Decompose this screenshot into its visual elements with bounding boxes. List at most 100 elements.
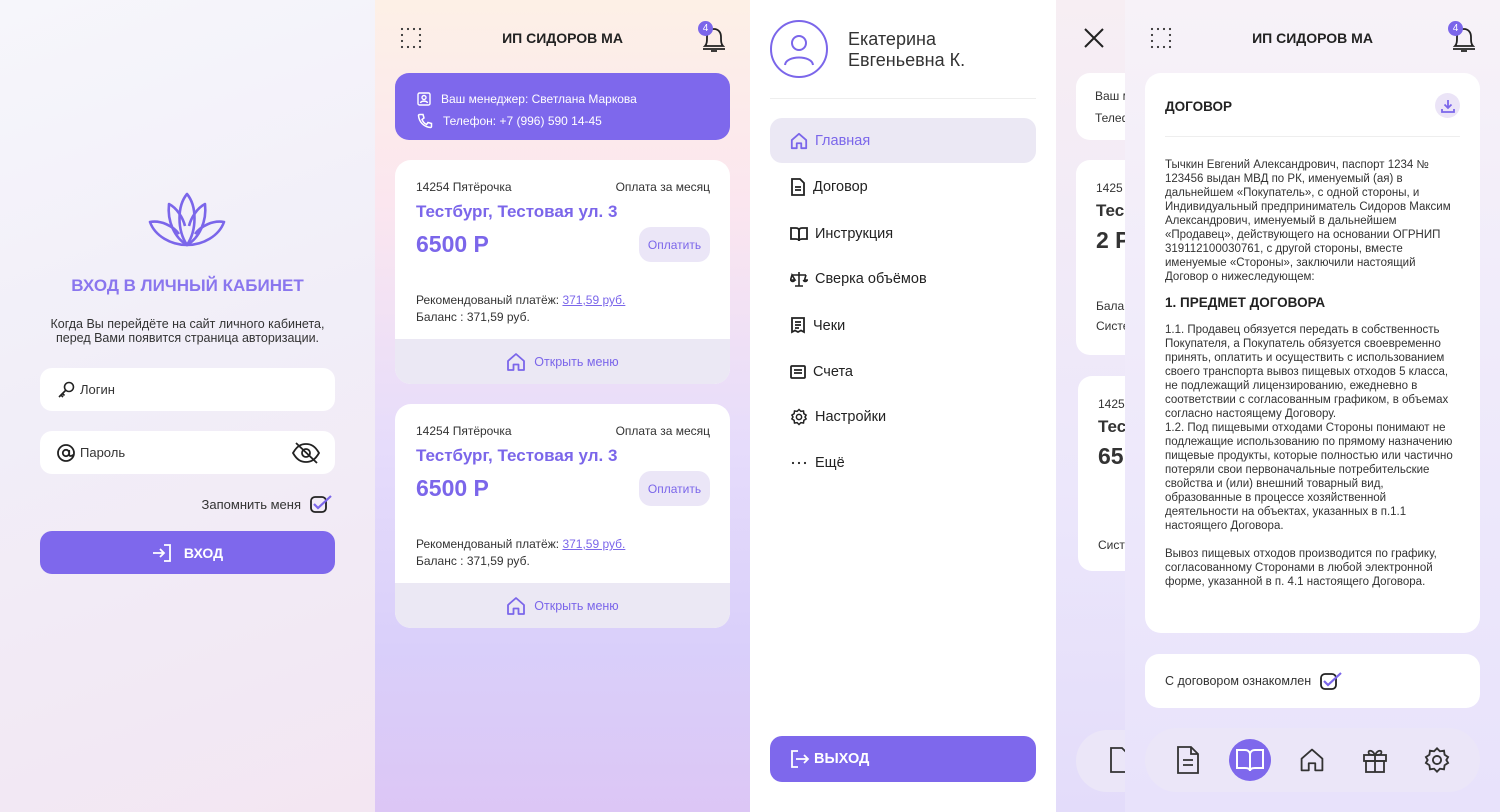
agree-label: С договором ознакомлен [1165, 674, 1312, 688]
login-button-label: ВХОД [183, 544, 224, 561]
checkbox-checked-icon[interactable] [1311, 671, 1343, 691]
login-button[interactable]: ВХОД [40, 531, 335, 574]
pay-button[interactable]: Оплатить [639, 227, 710, 262]
key-icon [56, 380, 76, 400]
tab-settings[interactable] [1416, 739, 1458, 781]
login-title: ВХОД В ЛИЧНЫЙ КАБИНЕТ [71, 276, 304, 295]
manager-card: Ваш менеджер: Светлана Маркова Телефон: … [395, 73, 730, 140]
contract-paragraph: 1.1. Продавец обязуется передать в собст… [1165, 324, 1449, 420]
user-name: Екатерина Евгеньевна К. [848, 29, 965, 71]
peek-text: Бала [1096, 299, 1125, 313]
login-screen: ВХОД В ЛИЧНЫЙ КАБИНЕТ Когда Вы перейдёте… [0, 0, 375, 812]
contract-card: 14254 Пятёрочка Оплата за месяц Тестбург… [395, 404, 730, 628]
receipt-icon [790, 316, 813, 335]
peek-text: 1425 [1096, 181, 1123, 195]
pay-button[interactable]: Оплатить [639, 471, 710, 506]
contract-body: Тычкин Евгений Александрович, паспорт 12… [1165, 158, 1460, 589]
open-menu-button[interactable]: Открыть меню [395, 583, 730, 628]
manager-phone[interactable]: Телефон: +7 (996) 590 14-45 [443, 114, 602, 128]
remember-label: Запомнить меня [201, 496, 301, 512]
tab-instruction[interactable] [1229, 739, 1272, 781]
open-menu-label: Открыть меню [534, 598, 619, 613]
remember-me[interactable]: Запомнить меня [202, 494, 333, 514]
book-icon [1236, 748, 1265, 772]
contract-card: 14254 Пятёрочка Оплата за месяц Тестбург… [395, 160, 730, 384]
document-icon [1109, 747, 1125, 773]
book-icon [790, 226, 815, 242]
document-icon [790, 177, 813, 196]
contract-section-title: 1. ПРЕДМЕТ ДОГОВОРА [1165, 295, 1326, 310]
card-amount: 6500 Р [416, 231, 489, 257]
recommended-value-link[interactable]: 371,59 руб. [562, 293, 625, 307]
card-address: Тестбург, Тестовая ул. 3 [416, 202, 618, 221]
divider [1165, 136, 1460, 137]
app-header: ИП СИДОРОВ МА 4 [375, 18, 750, 58]
phone-icon [417, 113, 443, 129]
invoice-icon [790, 364, 813, 380]
menu-item-contract[interactable]: Договор [770, 164, 1036, 209]
tab-contract[interactable] [1167, 739, 1209, 781]
login-hint: Когда Вы перейдёте на сайт личного кабин… [50, 317, 325, 345]
tab-bonuses[interactable] [1354, 739, 1396, 781]
menu-item-label: Счета [813, 363, 853, 380]
download-icon[interactable] [1435, 93, 1460, 118]
home-icon [506, 596, 534, 616]
gear-icon [1423, 746, 1451, 774]
home-screen: ИП СИДОРОВ МА 4 Ваш менеджер: Светлана М… [375, 0, 750, 812]
recommended-payment: Рекомендованый платёж: 371,59 руб. [416, 537, 625, 551]
sign-out-icon [790, 750, 814, 768]
card-balance: Баланс : 371,59 руб. [416, 310, 530, 324]
menu-item-label: Ещё [815, 454, 845, 471]
contract-paragraph: Вывоз пищевых отходов производится по гр… [1165, 548, 1437, 588]
menu-item-label: Главная [815, 132, 871, 149]
checkbox-checked-icon[interactable] [309, 494, 333, 514]
recommended-label: Рекомендованый платёж: [416, 537, 560, 551]
contract-intro: Тычкин Евгений Александрович, паспорт 12… [1165, 159, 1451, 283]
document-icon [1176, 746, 1200, 774]
peek-card: 1425 Тес 65 Сист [1078, 376, 1125, 571]
card-balance: Баланс : 371,59 руб. [416, 554, 530, 568]
eye-off-icon[interactable] [291, 441, 321, 465]
recommended-value-link[interactable]: 371,59 руб. [562, 537, 625, 551]
peek-manager-card: Ваш м Телеф [1076, 73, 1125, 140]
company-title: ИП СИДОРОВ МА [502, 30, 623, 46]
company-title: ИП СИДОРОВ МА [1252, 30, 1373, 46]
user-last-name: Евгеньевна К. [848, 50, 966, 70]
sign-in-icon [152, 543, 172, 562]
logout-label: ВЫХОД [814, 751, 870, 767]
close-icon[interactable] [1083, 27, 1105, 49]
menu-item-home[interactable]: Главная [770, 118, 1036, 163]
gear-icon [790, 407, 815, 426]
password-field[interactable]: Пароль [40, 431, 335, 474]
agree-checkbox-row[interactable]: С договором ознакомлен [1145, 654, 1480, 708]
peek-text: Систе [1096, 319, 1125, 333]
card-address: Тестбург, Тестовая ул. 3 [416, 446, 618, 465]
menu-item-more[interactable]: Ещё [770, 440, 1036, 485]
menu-item-instruction[interactable]: Инструкция [770, 211, 1036, 256]
menu-item-volume-check[interactable]: Сверка объёмов [770, 256, 1036, 301]
avatar[interactable] [770, 20, 828, 78]
menu-item-receipts[interactable]: Чеки [770, 303, 1036, 348]
menu-item-label: Чеки [813, 317, 846, 334]
login-field[interactable]: Логин [40, 368, 335, 411]
peek-text: Ваш м [1095, 89, 1125, 103]
recommended-label: Рекомендованый платёж: [416, 293, 560, 307]
notification-badge: 4 [698, 21, 713, 36]
home-icon [1299, 747, 1325, 773]
peek-text: Тес [1096, 201, 1125, 220]
logout-button[interactable]: ВЫХОД [770, 736, 1036, 782]
menu-item-label: Инструкция [815, 225, 894, 242]
peek-tabbar [1076, 730, 1125, 792]
lotus-logo-icon [147, 190, 227, 248]
card-id: 14254 Пятёрочка [416, 180, 512, 194]
gift-icon [1362, 747, 1388, 773]
menu-item-invoices[interactable]: Счета [770, 349, 1036, 394]
manager-name: Ваш менеджер: Светлана Маркова [441, 92, 637, 106]
home-icon [506, 352, 534, 372]
tab-home[interactable] [1291, 739, 1333, 781]
contact-card-icon [417, 92, 441, 106]
card-amount: 6500 Р [416, 475, 489, 501]
open-menu-button[interactable]: Открыть меню [395, 339, 730, 384]
menu-item-settings[interactable]: Настройки [770, 394, 1036, 439]
home-icon [790, 132, 815, 150]
